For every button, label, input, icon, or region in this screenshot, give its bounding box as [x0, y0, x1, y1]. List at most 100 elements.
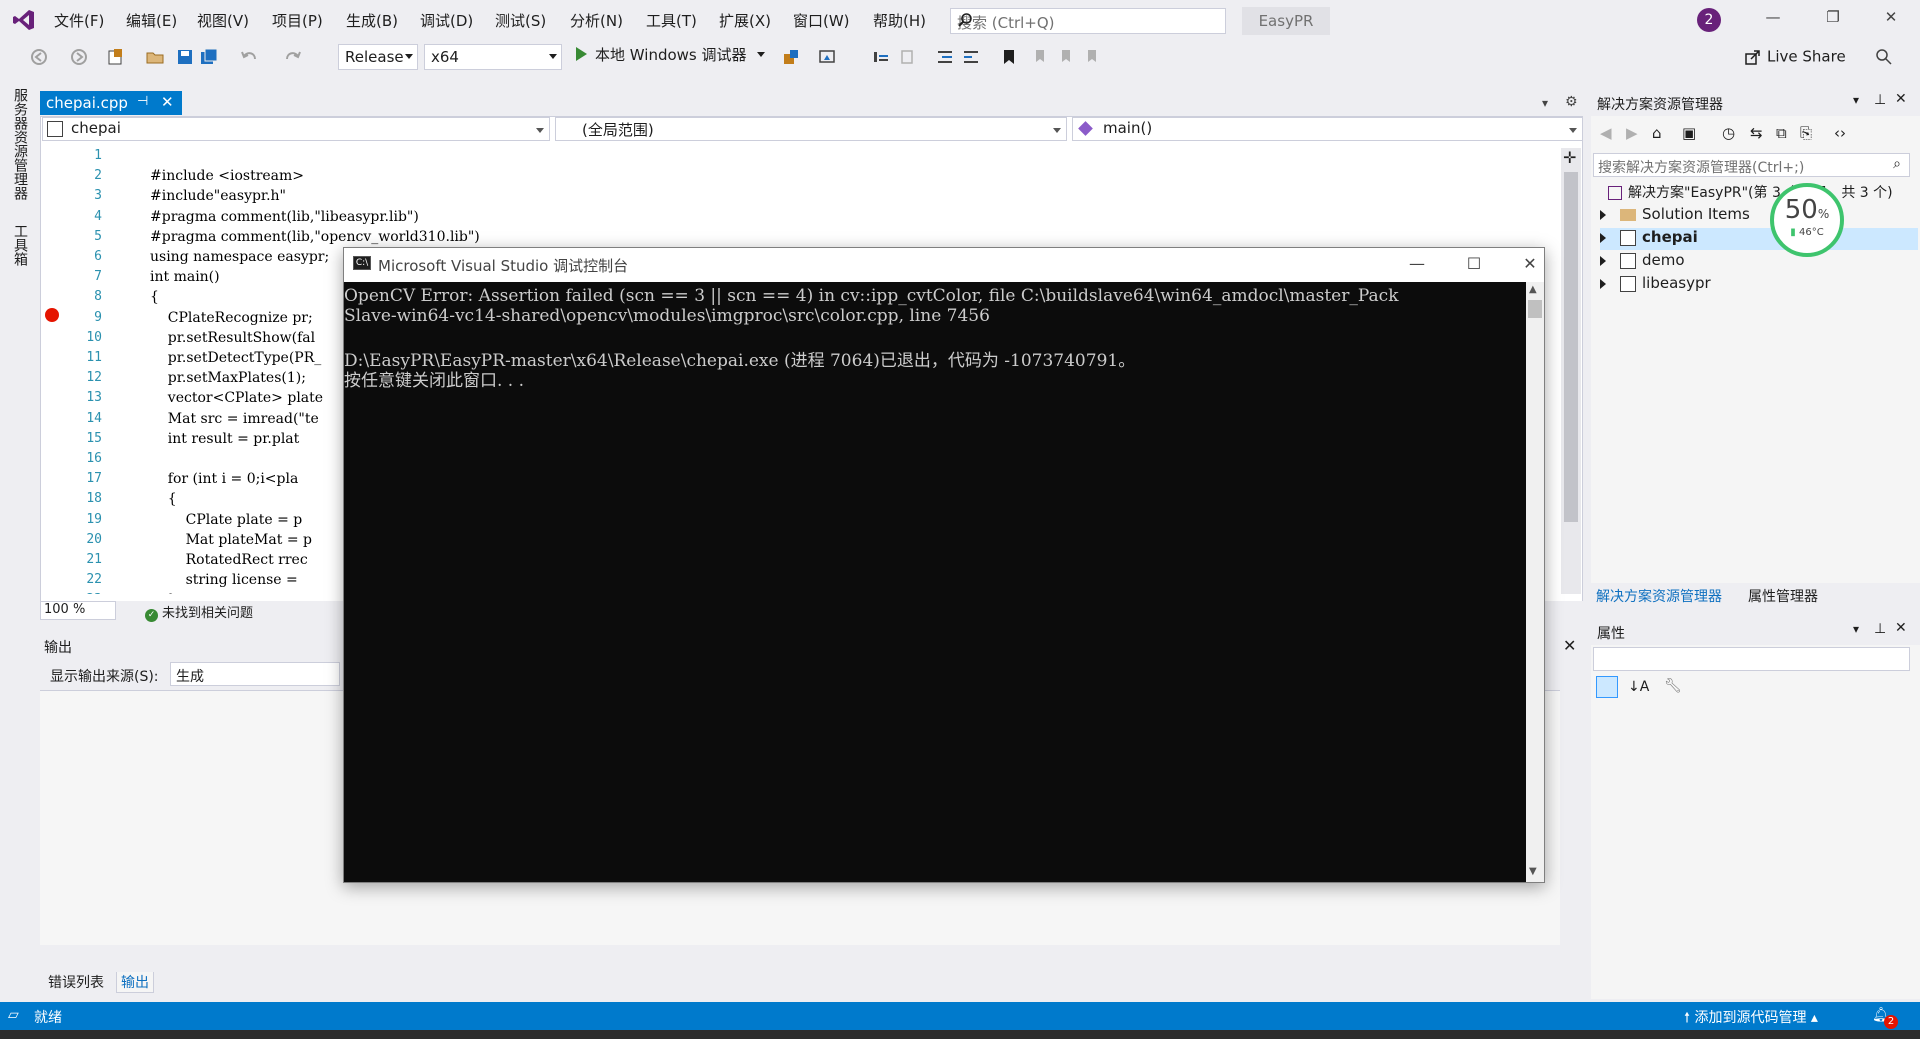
- issues-indicator[interactable]: ✓ 未找到相关问题: [145, 602, 253, 622]
- code-line[interactable]: Mat src = imread("te: [150, 411, 319, 427]
- menu-analyze[interactable]: 分析(N): [570, 10, 623, 31]
- save-all-icon[interactable]: [200, 48, 218, 66]
- menu-tools[interactable]: 工具(T): [646, 10, 697, 31]
- window-position-icon[interactable]: ▾: [1853, 622, 1859, 636]
- search-input[interactable]: 搜索 (Ctrl+Q): [950, 8, 1226, 34]
- tab-overflow-icon[interactable]: ▾: [1542, 96, 1548, 110]
- switch-views-icon[interactable]: ▣: [1682, 124, 1696, 142]
- live-share-button[interactable]: Live Share: [1745, 47, 1846, 66]
- tab-error-list[interactable]: 错误列表: [44, 972, 108, 992]
- code-line[interactable]: pr.setMaxPlates(1);: [150, 370, 306, 386]
- back-icon[interactable]: [30, 48, 48, 66]
- property-pages-icon[interactable]: 🔧︎: [1664, 678, 1682, 694]
- menu-view[interactable]: 视图(V): [197, 10, 249, 31]
- menu-help[interactable]: 帮助(H): [873, 10, 926, 31]
- code-line[interactable]: CPlate plate = p: [150, 512, 303, 528]
- feedback-icon[interactable]: [1875, 48, 1893, 66]
- scroll-down-icon[interactable]: ▼: [1529, 866, 1537, 877]
- close-tab-icon[interactable]: ✕: [161, 93, 174, 111]
- pending-changes-icon[interactable]: ◷: [1722, 124, 1735, 142]
- tree-project-libeasypr[interactable]: libeasypr: [1600, 274, 1711, 296]
- home-icon[interactable]: ⌂: [1652, 124, 1662, 142]
- indent-icon[interactable]: [962, 48, 980, 66]
- solution-search-input[interactable]: 搜索解决方案资源管理器(Ctrl+;) ⌕: [1593, 153, 1910, 177]
- sync-icon[interactable]: ⇆: [1750, 124, 1763, 142]
- redo-icon[interactable]: [284, 48, 302, 66]
- code-line[interactable]: using namespace easypr;: [150, 249, 329, 265]
- vs-logo-icon[interactable]: [12, 8, 36, 32]
- start-debugging-button[interactable]: 本地 Windows 调试器: [573, 44, 766, 70]
- menu-file[interactable]: 文件(F): [54, 10, 104, 31]
- code-line[interactable]: #include"easypr.h": [150, 188, 286, 204]
- pin-icon[interactable]: ⊥: [1874, 92, 1886, 108]
- tab-property-manager[interactable]: 属性管理器: [1748, 586, 1818, 606]
- bookmark-icon[interactable]: [1000, 48, 1018, 66]
- properties-object-select[interactable]: [1593, 647, 1910, 671]
- open-folder-icon[interactable]: [146, 48, 164, 66]
- tree-solution-root[interactable]: 解决方案"EasyPR"(第 3 个项目，共 3 个): [1608, 182, 1893, 204]
- undo-icon[interactable]: [240, 48, 258, 66]
- cpu-usage-widget[interactable]: 50% ▮ 46°C: [1770, 183, 1844, 257]
- code-line[interactable]: pr.setResultShow(fal: [150, 330, 315, 346]
- scroll-up-icon[interactable]: ▲: [1529, 284, 1537, 295]
- diagnostics-icon[interactable]: [782, 48, 800, 66]
- pin-icon[interactable]: ⊣: [137, 94, 148, 109]
- output-close-icon[interactable]: ✕: [1563, 636, 1576, 655]
- code-line[interactable]: {: [150, 491, 177, 507]
- tree-project-demo[interactable]: demo: [1600, 251, 1685, 273]
- menu-extensions[interactable]: 扩展(X): [719, 10, 771, 31]
- code-line[interactable]: #include <iostream>: [150, 168, 304, 184]
- new-project-icon[interactable]: [106, 48, 124, 66]
- code-line[interactable]: for (int i = 0;i<pla: [150, 471, 299, 487]
- settings-gear-icon[interactable]: ⚙: [1565, 94, 1578, 110]
- code-line[interactable]: string license =: [150, 572, 298, 588]
- code-icon[interactable]: ‹›: [1834, 124, 1846, 142]
- member-nav-select[interactable]: main(): [1072, 117, 1583, 141]
- outdent-icon[interactable]: [936, 48, 954, 66]
- code-line[interactable]: int main(): [150, 269, 220, 285]
- restore-icon[interactable]: ❐: [1818, 8, 1848, 34]
- next-bookmark-icon[interactable]: [1056, 48, 1074, 66]
- window-position-icon[interactable]: ▾: [1853, 93, 1859, 107]
- debug-console-window[interactable]: C:\ Microsoft Visual Studio 调试控制台 — ☐ ✕ …: [343, 247, 1545, 883]
- code-line[interactable]: pr.setDetectType(PR_: [150, 350, 321, 366]
- code-line[interactable]: RotatedRect rrec: [150, 552, 308, 568]
- alphabetical-icon[interactable]: ↓A: [1628, 679, 1649, 695]
- collapse-all-icon[interactable]: ⧉: [1776, 124, 1787, 142]
- close-icon[interactable]: ✕: [1895, 91, 1907, 107]
- clear-bookmark-icon[interactable]: [1082, 48, 1100, 66]
- scrollbar-thumb[interactable]: [1564, 172, 1578, 522]
- menu-test[interactable]: 测试(S): [495, 10, 546, 31]
- code-line[interactable]: }: [150, 592, 177, 594]
- tab-output[interactable]: 输出: [116, 972, 154, 993]
- tree-solution-items[interactable]: Solution Items: [1600, 205, 1750, 227]
- browser-link-icon[interactable]: [818, 48, 836, 66]
- menu-edit[interactable]: 编辑(E): [126, 10, 177, 31]
- code-line[interactable]: vector<CPlate> plate: [150, 390, 323, 406]
- step-icon[interactable]: [872, 48, 890, 66]
- output-source-select[interactable]: 生成: [170, 662, 340, 686]
- tab-solution-explorer[interactable]: 解决方案资源管理器: [1596, 586, 1722, 606]
- show-all-files-icon[interactable]: ⎘: [1800, 124, 1812, 142]
- forward-icon[interactable]: ▶: [1626, 124, 1638, 142]
- close-icon[interactable]: ✕: [1895, 620, 1907, 636]
- code-line[interactable]: CPlateRecognize pr;: [150, 310, 313, 326]
- menu-window[interactable]: 窗口(W): [793, 10, 850, 31]
- code-line[interactable]: #pragma comment(lib,"opencv_world310.lib…: [150, 229, 480, 245]
- console-minimize-icon[interactable]: —: [1397, 254, 1437, 276]
- console-maximize-icon[interactable]: ☐: [1454, 254, 1494, 276]
- code-line[interactable]: int result = pr.plat: [150, 431, 299, 447]
- console-scroll-thumb[interactable]: [1528, 300, 1542, 318]
- code-line[interactable]: {: [150, 289, 159, 305]
- server-explorer-tab[interactable]: 服务器资源管理器: [10, 88, 30, 200]
- platform-select[interactable]: x64: [424, 44, 562, 70]
- editor-scrollbar[interactable]: [1561, 148, 1581, 594]
- console-scrollbar[interactable]: ▲ ▼: [1526, 282, 1544, 882]
- close-icon[interactable]: ✕: [1876, 8, 1906, 34]
- back-icon[interactable]: ◀: [1600, 124, 1612, 142]
- menu-project[interactable]: 项目(P): [272, 10, 323, 31]
- menu-build[interactable]: 生成(B): [346, 10, 398, 31]
- scope-nav-select[interactable]: (全局范围): [555, 117, 1067, 141]
- notifications-badge[interactable]: 2: [1697, 8, 1721, 32]
- categorized-icon[interactable]: [1596, 676, 1618, 698]
